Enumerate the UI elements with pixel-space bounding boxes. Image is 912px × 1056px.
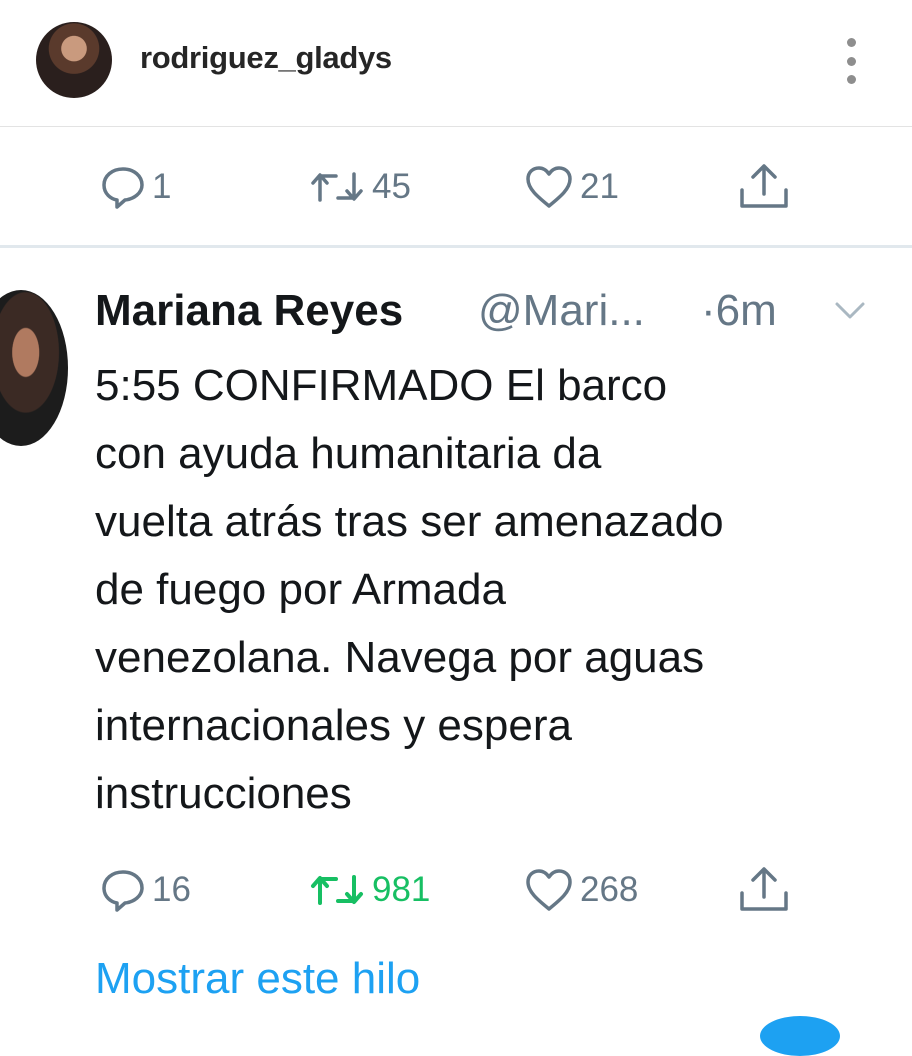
more-options-icon[interactable] <box>838 38 864 84</box>
username[interactable]: rodriguez_gladys <box>140 40 392 76</box>
tweet-divider <box>0 245 912 248</box>
retweet-icon <box>311 875 363 905</box>
tweet-author-handle[interactable]: @Mari... <box>478 286 645 336</box>
reply-icon <box>102 870 144 912</box>
share-icon <box>740 867 788 911</box>
like-count: 21 <box>580 167 619 206</box>
tweet-actions: 16 981 268 <box>0 855 912 925</box>
retweet-count: 45 <box>372 167 411 206</box>
reply-count: 1 <box>152 167 172 206</box>
dot <box>846 56 856 66</box>
share-button[interactable] <box>736 152 792 222</box>
tweet-text: 5:55 CONFIRMADO El barco con ayuda human… <box>95 361 724 818</box>
reply-icon <box>102 167 144 209</box>
tweet-author-avatar[interactable] <box>0 290 68 446</box>
like-button[interactable]: 21 <box>524 152 619 222</box>
tweet-timestamp: ·6m <box>701 286 777 335</box>
profile-avatar[interactable] <box>36 22 112 98</box>
dot <box>846 38 856 47</box>
reply-button[interactable]: 16 <box>100 855 191 925</box>
like-button[interactable]: 268 <box>524 855 638 925</box>
tweet-author-name[interactable]: Mariana Reyes <box>95 286 403 336</box>
heart-icon <box>526 869 572 911</box>
like-count: 268 <box>580 870 639 909</box>
instagram-post-header: rodriguez_gladys <box>0 0 912 127</box>
share-icon <box>740 164 788 208</box>
retweet-button[interactable]: 45 <box>308 152 411 222</box>
reply-count: 16 <box>152 870 191 909</box>
retweet-count: 981 <box>372 870 431 909</box>
show-thread-link[interactable]: Mostrar este hilo <box>95 954 420 1004</box>
tweet-header: Mariana Reyes @Mari... ·6m <box>95 286 895 342</box>
previous-tweet-actions: 1 45 21 <box>0 152 912 222</box>
chevron-down-icon[interactable] <box>833 300 867 322</box>
share-button[interactable] <box>736 855 792 925</box>
retweet-icon <box>311 172 363 202</box>
retweet-button[interactable]: 981 <box>308 855 430 925</box>
reply-button[interactable]: 1 <box>100 152 171 222</box>
compose-button[interactable] <box>760 1016 840 1056</box>
dot <box>846 75 856 84</box>
heart-icon <box>526 166 572 208</box>
